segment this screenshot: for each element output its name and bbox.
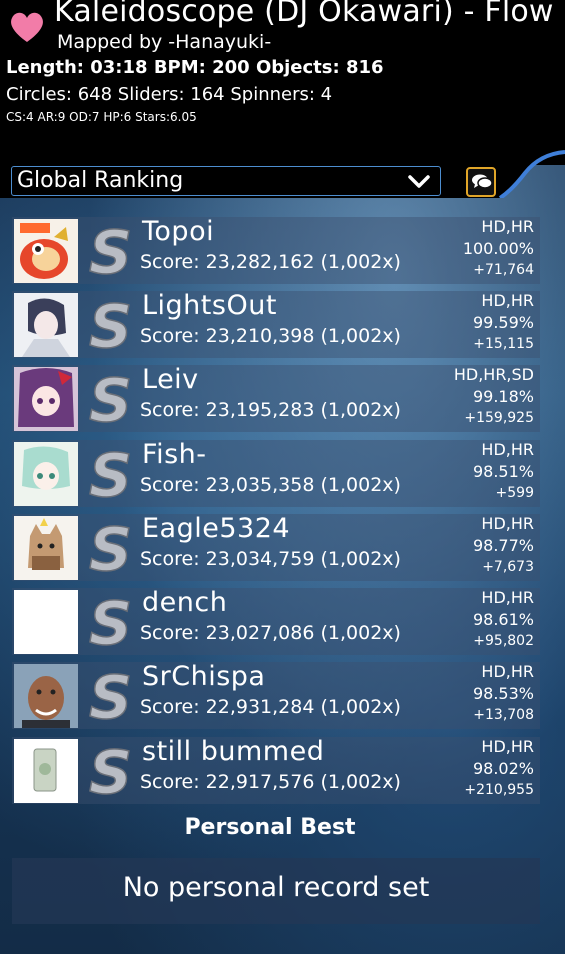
- player-name: Eagle5324: [142, 513, 291, 544]
- score-text: Score: 23,034,759 (1,002x): [140, 548, 401, 570]
- mods-label: HD,HR: [481, 514, 534, 533]
- grade-s-icon: S: [88, 520, 133, 576]
- heart-icon[interactable]: [9, 10, 45, 44]
- player-name: Topoi: [142, 216, 215, 247]
- score-row[interactable]: S Leiv Score: 23,195,283 (1,002x) HD,HR,…: [12, 364, 540, 432]
- difficulty-settings: CS:4 AR:9 OD:7 HP:6 Stars:6.05: [6, 110, 197, 124]
- svg-text:S: S: [89, 371, 132, 427]
- mods-label: HD,HR: [481, 291, 534, 310]
- score-difference: +599: [495, 485, 534, 501]
- score-difference: +95,802: [473, 633, 534, 649]
- accuracy-label: 98.53%: [472, 684, 534, 703]
- score-text: Score: 23,195,283 (1,002x): [140, 399, 401, 421]
- score-difference: +13,708: [473, 707, 534, 723]
- song-title: Kaleidoscope (DJ Okawari) - Flow: [54, 0, 554, 29]
- score-row[interactable]: S SrChispa Score: 22,931,284 (1,002x) HD…: [12, 661, 540, 729]
- score-text: Score: 22,931,284 (1,002x): [140, 696, 401, 718]
- chat-bubbles-icon: [472, 174, 493, 189]
- score-text: Score: 22,917,576 (1,002x): [140, 771, 401, 793]
- avatar: [14, 739, 78, 803]
- score-row[interactable]: S LightsOut Score: 23,210,398 (1,002x) H…: [12, 290, 540, 358]
- score-text: Score: 23,210,398 (1,002x): [140, 325, 401, 347]
- mods-label: HD,HR: [481, 440, 534, 459]
- score-row[interactable]: S dench Score: 23,027,086 (1,002x) HD,HR…: [12, 587, 540, 655]
- player-name: Fish-: [142, 439, 207, 470]
- score-difference: +71,764: [473, 262, 534, 278]
- avatar: [14, 367, 78, 431]
- avatar: [14, 442, 78, 506]
- svg-text:S: S: [89, 297, 132, 353]
- score-text: Score: 23,282,162 (1,002x): [140, 251, 401, 273]
- score-row[interactable]: S Fish- Score: 23,035,358 (1,002x) HD,HR…: [12, 439, 540, 507]
- avatar: [14, 219, 78, 283]
- beatmap-info-panel: Kaleidoscope (DJ Okawari) - Flow Mapped …: [0, 0, 565, 165]
- avatar: [14, 516, 78, 580]
- svg-text:S: S: [89, 223, 132, 279]
- personal-best-message: No personal record set: [122, 872, 430, 903]
- accuracy-label: 99.18%: [472, 387, 534, 406]
- player-name: still bummed: [142, 736, 325, 767]
- svg-text:S: S: [89, 668, 132, 724]
- score-difference: +159,925: [464, 410, 534, 426]
- grade-s-icon: S: [88, 223, 133, 279]
- personal-best-panel: No personal record set: [12, 858, 540, 924]
- length-bpm-objects: Length: 03:18 BPM: 200 Objects: 816: [6, 57, 384, 78]
- chevron-down-icon: [408, 175, 430, 188]
- player-name: Leiv: [142, 364, 199, 395]
- mods-label: HD,HR: [481, 662, 534, 681]
- mods-label: HD,HR: [481, 217, 534, 236]
- chat-button[interactable]: [466, 167, 496, 197]
- accuracy-label: 98.77%: [472, 536, 534, 555]
- personal-best-heading: Personal Best: [184, 815, 356, 840]
- score-row[interactable]: S Eagle5324 Score: 23,034,759 (1,002x) H…: [12, 513, 540, 581]
- player-name: LightsOut: [142, 290, 277, 321]
- score-difference: +15,115: [473, 336, 534, 352]
- accuracy-label: 98.61%: [472, 610, 534, 629]
- dropdown-selected-value: Global Ranking: [17, 168, 184, 193]
- grade-s-icon: S: [88, 371, 133, 427]
- grade-s-icon: S: [88, 743, 133, 799]
- mods-label: HD,HR,SD: [453, 365, 534, 384]
- svg-text:S: S: [89, 446, 132, 502]
- mods-label: HD,HR: [481, 588, 534, 607]
- score-row[interactable]: S Topoi Score: 23,282,162 (1,002x) HD,HR…: [12, 216, 540, 284]
- accuracy-label: 100.00%: [462, 239, 534, 258]
- svg-text:S: S: [89, 594, 132, 650]
- score-row[interactable]: S still bummed Score: 22,917,576 (1,002x…: [12, 736, 540, 804]
- accuracy-label: 98.51%: [472, 462, 534, 481]
- grade-s-icon: S: [88, 594, 133, 650]
- avatar: [14, 664, 78, 728]
- mods-label: HD,HR: [481, 737, 534, 756]
- grade-s-icon: S: [88, 446, 133, 502]
- circles-sliders-spinners: Circles: 648 Sliders: 164 Spinners: 4: [6, 84, 333, 105]
- score-difference: +210,955: [464, 782, 534, 798]
- score-text: Score: 23,027,086 (1,002x): [140, 622, 401, 644]
- svg-text:S: S: [89, 743, 132, 799]
- grade-s-icon: S: [88, 297, 133, 353]
- score-text: Score: 23,035,358 (1,002x): [140, 474, 401, 496]
- avatar: [14, 293, 78, 357]
- score-difference: +7,673: [482, 559, 534, 575]
- player-name: dench: [142, 587, 228, 618]
- grade-s-icon: S: [88, 668, 133, 724]
- accuracy-label: 98.02%: [472, 759, 534, 778]
- player-name: SrChispa: [142, 661, 266, 692]
- mapper-label: Mapped by -Hanayuki-: [57, 31, 272, 53]
- ranking-type-dropdown[interactable]: Global Ranking: [11, 166, 441, 196]
- svg-text:S: S: [89, 520, 132, 576]
- avatar: [14, 590, 78, 654]
- accuracy-label: 99.59%: [472, 313, 534, 332]
